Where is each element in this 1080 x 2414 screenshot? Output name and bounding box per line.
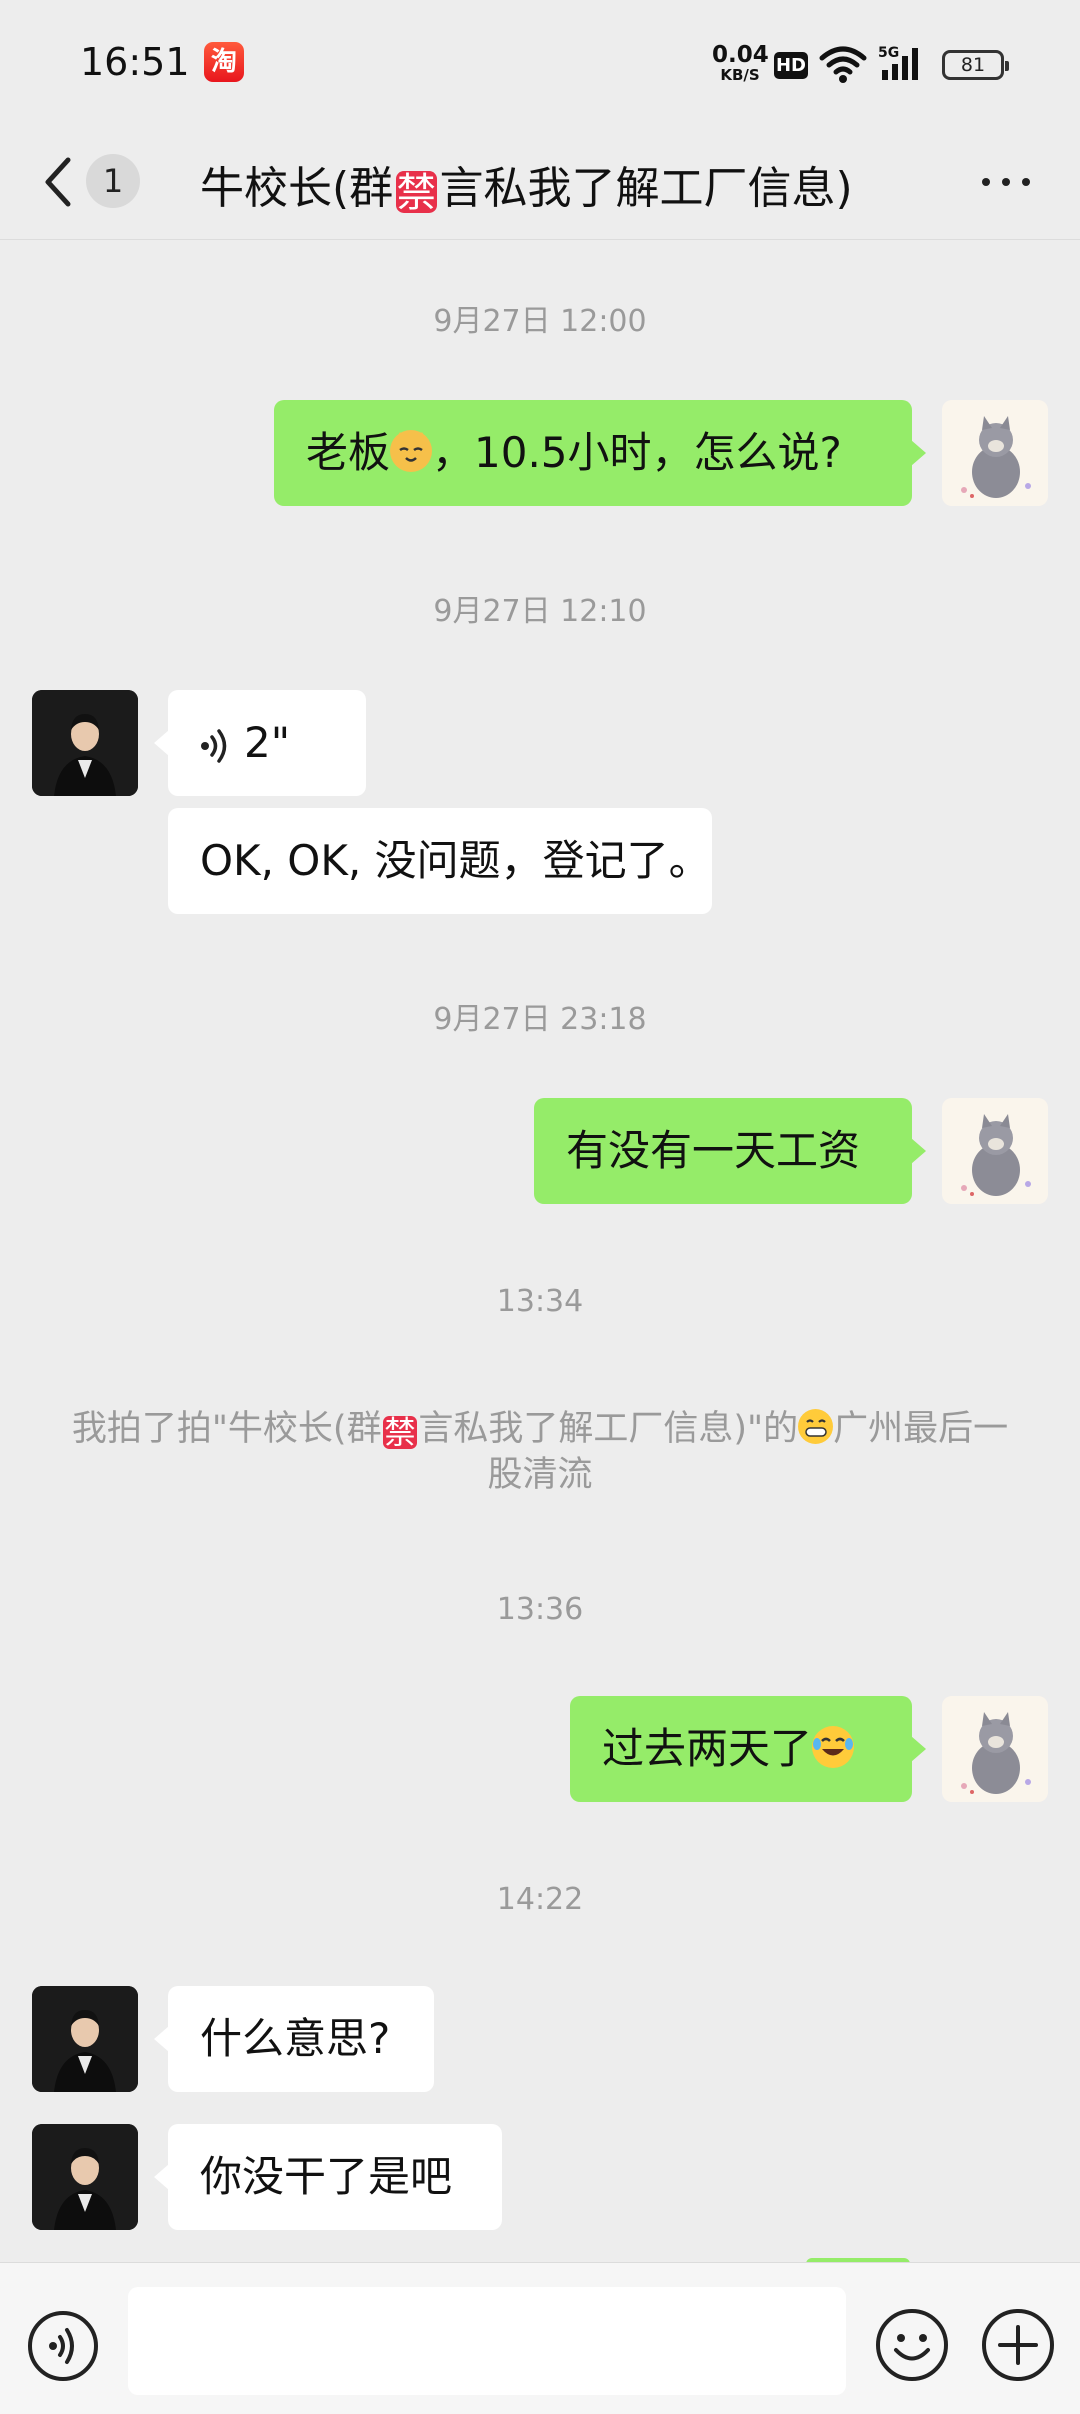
emoji-icon[interactable] bbox=[874, 2307, 950, 2383]
wifi-icon bbox=[819, 46, 867, 83]
message-text: ，10.5小时，怎么说? bbox=[432, 428, 842, 477]
status-time: 16:51 bbox=[80, 40, 190, 84]
contact-avatar[interactable] bbox=[32, 1986, 138, 2092]
timestamp: 13:36 bbox=[496, 1592, 584, 1627]
message-text: OK, OK, 没问题，登记了。 bbox=[200, 836, 711, 885]
man-avatar-image bbox=[32, 1986, 138, 2092]
cat-avatar-image bbox=[942, 1098, 1048, 1204]
message-input[interactable] bbox=[128, 2287, 846, 2395]
voice-duration: 2" bbox=[244, 718, 291, 767]
voice-icon bbox=[201, 728, 227, 763]
contact-avatar[interactable] bbox=[32, 690, 138, 796]
incoming-message[interactable]: OK, OK, 没问题，登记了。 bbox=[168, 808, 712, 914]
taobao-app-icon: 淘 bbox=[204, 42, 244, 82]
hd-badge: HD bbox=[774, 52, 808, 79]
system-text: 我拍了拍"牛校长(群 bbox=[71, 1409, 382, 1449]
voice-message[interactable]: 2" bbox=[154, 690, 366, 796]
cat-face-emoji-icon bbox=[390, 430, 433, 473]
message-text: 你没干了是吧 bbox=[200, 2152, 453, 2201]
signal-icon: 5G bbox=[878, 45, 918, 80]
plus-icon[interactable] bbox=[980, 2307, 1056, 2383]
chat-header: 1 牛校长(群禁言私我了解工厂信息) bbox=[0, 128, 1080, 240]
ban-emoji: 禁 bbox=[395, 170, 438, 217]
message-text: 有没有一天工资 bbox=[566, 1126, 861, 1175]
timestamp: 14:22 bbox=[496, 1882, 584, 1917]
my-avatar[interactable] bbox=[942, 1696, 1048, 1802]
outgoing-message[interactable]: 老板 ，10.5小时，怎么说? bbox=[274, 400, 926, 506]
more-dots-icon[interactable] bbox=[978, 162, 1034, 202]
timestamp: 9月27日 23:18 bbox=[433, 1002, 647, 1037]
cat-avatar-image bbox=[942, 400, 1048, 506]
grin-emoji-icon bbox=[798, 1409, 834, 1445]
outgoing-message[interactable]: 过去两天了 bbox=[570, 1696, 926, 1802]
man-avatar-image bbox=[32, 2124, 138, 2230]
timestamp: 9月27日 12:00 bbox=[433, 304, 647, 339]
chat-title-part1: 牛校长(群 bbox=[200, 163, 394, 214]
laugh-cry-emoji-icon bbox=[812, 1726, 855, 1769]
outgoing-message[interactable]: 有没有一天工资 bbox=[534, 1098, 926, 1204]
system-text: 言私我了解工厂信息)"的 bbox=[418, 1409, 799, 1449]
network-speed-unit: KB/S bbox=[720, 66, 760, 84]
incoming-message[interactable]: 你没干了是吧 bbox=[154, 2124, 502, 2230]
battery-indicator: 81 bbox=[942, 50, 1009, 80]
chat-title: 牛校长(群禁言私我了解工厂信息) bbox=[200, 152, 853, 216]
message-text: 老板 bbox=[306, 428, 391, 477]
man-avatar-image bbox=[32, 690, 138, 796]
ban-emoji: 禁 bbox=[383, 1414, 417, 1451]
status-bar: 16:51 淘 0.04 KB/S HD 5G 81 bbox=[0, 0, 1080, 128]
my-avatar[interactable] bbox=[942, 1098, 1048, 1204]
incoming-message[interactable]: 什么意思? bbox=[154, 1986, 434, 2092]
cat-avatar-image bbox=[942, 1696, 1048, 1802]
unread-count-badge[interactable]: 1 bbox=[86, 154, 140, 208]
chevron-left-icon[interactable] bbox=[38, 152, 82, 212]
voice-input-icon[interactable] bbox=[26, 2309, 100, 2383]
chat-title-part2: 言私我了解工厂信息) bbox=[439, 163, 853, 214]
message-text: 过去两天了 bbox=[602, 1724, 813, 1773]
network-speed: 0.04 KB/S bbox=[712, 42, 769, 84]
network-speed-value: 0.04 bbox=[712, 42, 769, 68]
message-text: 什么意思? bbox=[200, 2014, 391, 2063]
my-avatar[interactable] bbox=[942, 400, 1048, 506]
timestamp: 13:34 bbox=[496, 1284, 584, 1319]
contact-avatar[interactable] bbox=[32, 2124, 138, 2230]
system-pat-message: 我拍了拍"牛校长(群禁言私我了解工厂信息)"的 广州最后一股清流 bbox=[60, 1406, 1020, 1498]
input-bar bbox=[0, 2262, 1080, 2414]
timestamp: 9月27日 12:10 bbox=[433, 594, 647, 629]
signal-label: 5G bbox=[878, 45, 899, 61]
